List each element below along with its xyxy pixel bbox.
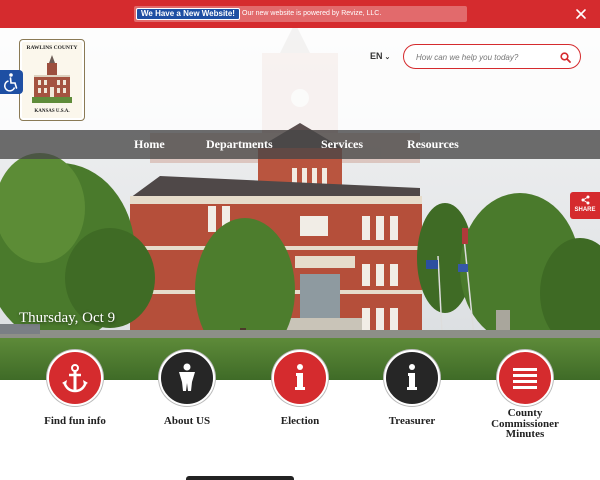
county-logo[interactable]: RAWLINS COUNTY KANSAS U.S.A. (19, 39, 85, 121)
chevron-down-icon: ⌄ (384, 54, 391, 61)
quick-link-election[interactable]: Election (250, 350, 350, 445)
search-icon[interactable] (560, 52, 571, 63)
main-nav: Home Departments Services Resources (0, 130, 600, 159)
share-icon (581, 195, 590, 205)
quick-link-circle (384, 350, 440, 406)
search-box (403, 44, 581, 69)
quick-link-label: Find fun info (44, 415, 106, 427)
quick-link-circle (47, 350, 103, 406)
quick-link-county-commissioner-minutes[interactable]: County Commissioner Minutes (475, 350, 575, 445)
quick-link-treasurer[interactable]: Treasurer (362, 350, 462, 445)
quick-link-about-us[interactable]: About US (137, 350, 237, 445)
nav-item-resources[interactable]: Resources (407, 137, 459, 152)
anchor-icon (62, 364, 88, 393)
share-button[interactable]: SHARE (570, 192, 600, 219)
quick-link-label: County Commissioner Minutes (491, 407, 559, 440)
quick-link-circle (497, 350, 553, 406)
info-icon (407, 364, 417, 390)
person-icon (179, 363, 195, 391)
bottom-tab-edge (186, 476, 294, 480)
quick-link-label: Election (280, 415, 320, 427)
announcement-banner: We Have a New Website! Our new website i… (0, 0, 600, 28)
quick-link-circle (272, 350, 328, 406)
close-icon[interactable] (574, 7, 588, 21)
quick-link-label: Treasurer (388, 415, 436, 427)
quick-link-circle (159, 350, 215, 406)
nav-item-home[interactable]: Home (134, 137, 165, 152)
nav-item-services[interactable]: Services (321, 137, 363, 152)
search-input[interactable] (416, 50, 556, 64)
announcement-pill[interactable]: We Have a New Website! Our new website i… (134, 6, 467, 22)
nav-item-departments[interactable]: Departments (206, 137, 273, 152)
quick-link-label: About US (163, 415, 211, 427)
current-date: Thursday, Oct 9 (19, 310, 116, 326)
hero-image (0, 28, 600, 380)
menu-list-icon (513, 368, 537, 389)
language-selector[interactable]: EN ⌄ (370, 51, 390, 61)
announcement-message: Our new website is powered by Revize, LL… (242, 10, 382, 17)
logo-top-text: RAWLINS COUNTY (26, 45, 78, 51)
language-label: EN (370, 51, 383, 61)
quick-link-find-fun-info[interactable]: Find fun info (25, 350, 125, 445)
share-label: SHARE (574, 207, 596, 213)
info-icon (295, 364, 305, 390)
courthouse-logo-icon (32, 55, 72, 103)
logo-bottom-text: KANSAS U.S.A. (34, 109, 70, 114)
accessibility-button[interactable] (0, 70, 23, 94)
page: We Have a New Website! Our new website i… (0, 0, 600, 480)
wheelchair-icon (4, 73, 18, 92)
announcement-badge: We Have a New Website! (136, 8, 240, 20)
